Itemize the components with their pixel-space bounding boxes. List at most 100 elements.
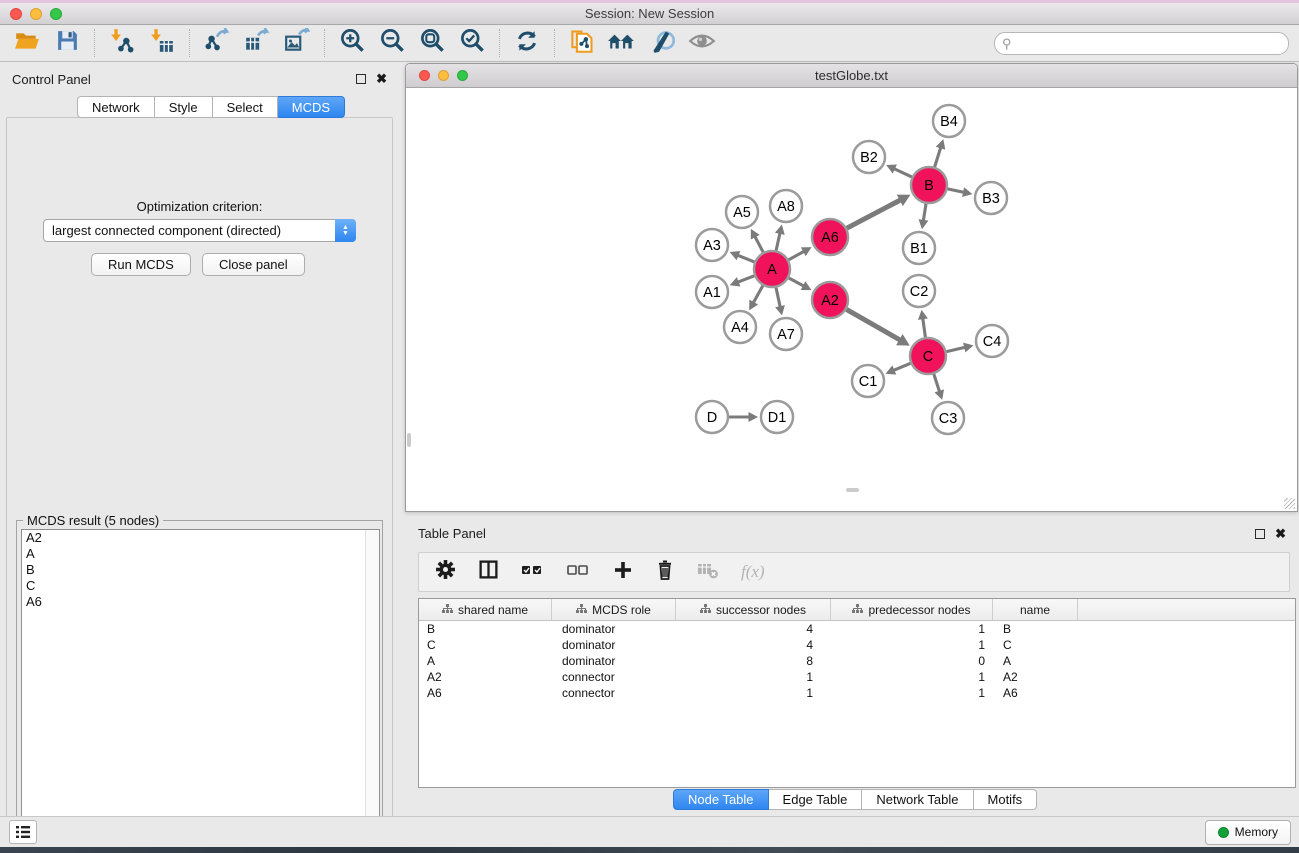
delete-column-icon[interactable]: [655, 559, 675, 585]
table-cell[interactable]: B: [419, 621, 552, 637]
graph-edge-A-A6[interactable]: [789, 251, 805, 260]
result-list-item[interactable]: A6: [22, 594, 379, 610]
show-hide-button[interactable]: [687, 28, 717, 58]
zoom-in-button[interactable]: [337, 28, 367, 58]
export-network-button[interactable]: [202, 28, 232, 58]
tab-network[interactable]: Network: [77, 96, 155, 118]
close-panel-button[interactable]: Close panel: [202, 253, 305, 276]
tab-network-table[interactable]: Network Table: [862, 789, 973, 810]
float-table-panel-icon[interactable]: [1255, 529, 1265, 539]
result-list-item[interactable]: B: [22, 562, 379, 578]
table-cell[interactable]: connector: [552, 669, 676, 685]
graph-edge-B-B2[interactable]: [894, 169, 912, 177]
table-cell[interactable]: 4: [676, 621, 831, 637]
table-cell[interactable]: C: [993, 637, 1078, 653]
table-cell[interactable]: 1: [676, 669, 831, 685]
refresh-button[interactable]: [512, 28, 542, 58]
optimization-criterion-select[interactable]: largest connected component (directed) ▲…: [43, 219, 356, 242]
graph-edge-A-A8[interactable]: [776, 233, 780, 251]
export-image-button[interactable]: [282, 28, 312, 58]
graph-edge-C-C2[interactable]: [923, 318, 926, 337]
graph-edge-C-C3[interactable]: [934, 374, 940, 392]
table-cell[interactable]: A: [993, 653, 1078, 669]
tab-edge-table[interactable]: Edge Table: [769, 789, 863, 810]
resize-grip-icon[interactable]: [1284, 498, 1295, 509]
table-cell[interactable]: A: [419, 653, 552, 669]
graph-edge-B-B3[interactable]: [948, 189, 964, 192]
table-row[interactable]: A2connector11A2: [419, 669, 1295, 685]
minimize-window-button[interactable]: [30, 8, 42, 20]
tab-node-table[interactable]: Node Table: [673, 789, 769, 810]
columns-icon[interactable]: [478, 559, 499, 585]
vertical-scrollbar-thumb[interactable]: [407, 433, 411, 447]
import-table-button[interactable]: [147, 28, 177, 58]
app-titlebar[interactable]: Session: New Session: [0, 3, 1299, 25]
graph-edge-B-B4[interactable]: [935, 147, 941, 167]
result-list-item[interactable]: A: [22, 546, 379, 562]
zoom-out-button[interactable]: [377, 28, 407, 58]
column-header-predecessor-nodes[interactable]: predecessor nodes: [831, 599, 993, 620]
graph-edge-C-C4[interactable]: [946, 347, 965, 351]
close-network-window-button[interactable]: [419, 70, 430, 81]
network-canvas[interactable]: B4B2BB3A5A8A6A3B1AA1C2A2A4A7C4CC1C3DD1: [406, 88, 1297, 511]
memory-button[interactable]: Memory: [1205, 820, 1291, 845]
search-input[interactable]: [994, 32, 1289, 55]
table-cell[interactable]: dominator: [552, 637, 676, 653]
table-cell[interactable]: connector: [552, 685, 676, 701]
close-window-button[interactable]: [10, 8, 22, 20]
table-cell[interactable]: 1: [676, 685, 831, 701]
new-network-from-file-button[interactable]: [567, 28, 597, 58]
tab-style[interactable]: Style: [155, 96, 213, 118]
table-cell[interactable]: A2: [419, 669, 552, 685]
save-session-button[interactable]: [52, 28, 82, 58]
table-cell[interactable]: dominator: [552, 621, 676, 637]
mcds-result-list[interactable]: A2ABCA6: [21, 529, 380, 853]
select-all-icon[interactable]: [521, 561, 545, 584]
graph-edge-A-A2[interactable]: [789, 278, 804, 286]
table-cell[interactable]: A6: [993, 685, 1078, 701]
add-column-icon[interactable]: [613, 560, 633, 585]
result-list-item[interactable]: A2: [22, 530, 379, 546]
tab-select[interactable]: Select: [213, 96, 278, 118]
network-window-titlebar[interactable]: testGlobe.txt: [406, 64, 1297, 88]
table-cell[interactable]: dominator: [552, 653, 676, 669]
zoom-window-button[interactable]: [50, 8, 62, 20]
table-settings-icon[interactable]: [435, 559, 456, 585]
run-mcds-button[interactable]: Run MCDS: [91, 253, 191, 276]
result-list-item[interactable]: C: [22, 578, 379, 594]
first-neighbors-button[interactable]: [607, 28, 637, 58]
column-header-MCDS-role[interactable]: MCDS role: [552, 599, 676, 620]
deselect-all-icon[interactable]: [567, 561, 591, 584]
horizontal-scrollbar-thumb[interactable]: [846, 488, 859, 492]
column-header-shared-name[interactable]: shared name: [419, 599, 552, 620]
table-row[interactable]: Adominator80A: [419, 653, 1295, 669]
zoom-fit-button[interactable]: [417, 28, 447, 58]
window-controls[interactable]: [10, 8, 62, 20]
network-window-controls[interactable]: [419, 70, 468, 81]
close-panel-icon[interactable]: ✖: [376, 74, 387, 84]
graph-edge-A-A1[interactable]: [738, 276, 755, 282]
table-cell[interactable]: C: [419, 637, 552, 653]
result-list-scrollbar[interactable]: [365, 530, 379, 853]
column-header-successor-nodes[interactable]: successor nodes: [676, 599, 831, 620]
zoom-selected-button[interactable]: [457, 28, 487, 58]
table-cell[interactable]: B: [993, 621, 1078, 637]
table-cell[interactable]: A2: [993, 669, 1078, 685]
table-row[interactable]: A6connector11A6: [419, 685, 1295, 701]
table-cell[interactable]: 8: [676, 653, 831, 669]
graph-edge-A2-C[interactable]: [846, 309, 900, 340]
zoom-network-window-button[interactable]: [457, 70, 468, 81]
table-cell[interactable]: 1: [831, 669, 993, 685]
table-cell[interactable]: A6: [419, 685, 552, 701]
table-cell[interactable]: 1: [831, 685, 993, 701]
tab-mcds[interactable]: MCDS: [278, 96, 345, 118]
graph-edge-A-A5[interactable]: [755, 236, 763, 252]
graph-edge-A6-B[interactable]: [847, 200, 901, 228]
float-panel-icon[interactable]: [356, 74, 366, 84]
import-network-button[interactable]: [107, 28, 137, 58]
table-cell[interactable]: 4: [676, 637, 831, 653]
table-cell[interactable]: 1: [831, 637, 993, 653]
column-header-name[interactable]: name: [993, 599, 1078, 620]
apply-style-button[interactable]: [647, 28, 677, 58]
graph-edge-C-C1[interactable]: [893, 363, 910, 370]
